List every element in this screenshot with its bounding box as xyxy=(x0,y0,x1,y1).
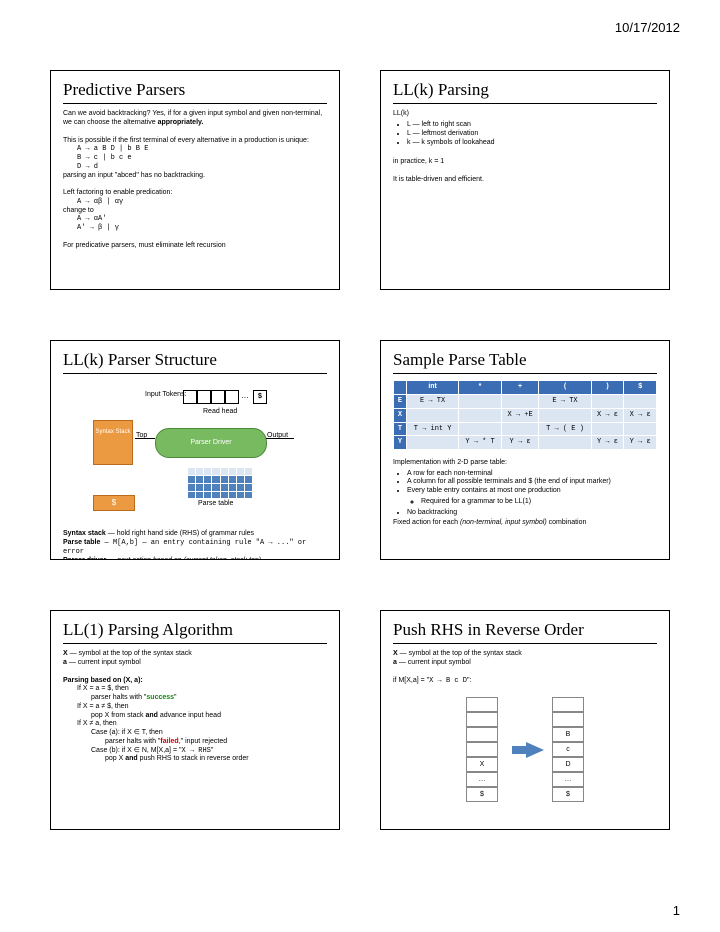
case: If X = a ≠ $, then xyxy=(77,703,327,712)
note: Parser driver — next action based on (cu… xyxy=(63,557,327,561)
slides-grid: Predictive Parsers Can we avoid backtrac… xyxy=(0,30,720,870)
result: parser halts with "success" xyxy=(91,694,327,703)
line xyxy=(135,438,155,439)
label-top: Top xyxy=(136,432,147,441)
text: in practice, k = 1 xyxy=(393,158,657,167)
page-number: 1 xyxy=(673,903,680,918)
grammar: A' → β | γ xyxy=(77,224,327,233)
note: Parse table — M[A,b] — an entry containi… xyxy=(63,539,327,557)
text: if M[X,a] = "X → B c D": xyxy=(393,677,657,686)
text: Implementation with 2-D parse table: xyxy=(393,459,657,468)
slide-title: Push RHS in Reverse Order xyxy=(393,619,657,644)
slide-title: LL(k) Parser Structure xyxy=(63,349,327,374)
grammar: B → c | b c e xyxy=(77,154,327,163)
slide-title: LL(1) Parsing Algorithm xyxy=(63,619,327,644)
result: pop X from stack and advance input head xyxy=(91,712,327,721)
dollar-bottom: $ xyxy=(93,495,135,511)
parse-table-icon xyxy=(188,468,252,498)
result: parser halts with "failed," input reject… xyxy=(105,738,327,747)
bullet-list: L — left to right scan L — leftmost deri… xyxy=(393,121,657,147)
text: Left factoring to enable predication: xyxy=(63,189,327,198)
label-output: Output xyxy=(267,432,288,441)
page-header-date: 10/17/2012 xyxy=(615,20,680,35)
stack-after: B c D … $ xyxy=(552,697,584,802)
slide-title: Sample Parse Table xyxy=(393,349,657,374)
bullet-list: A row for each non-terminal A column for… xyxy=(393,470,657,518)
parse-table: int * + ( ) $ E E → TXE → TX X X → +EX →… xyxy=(393,380,657,450)
parser-driver-box: Parser Driver xyxy=(155,428,267,458)
result: pop X and push RHS to stack in reverse o… xyxy=(105,755,327,764)
dollar-cell: $ xyxy=(253,390,267,404)
text: a — current input symbol xyxy=(393,659,657,668)
slide-push-rhs: Push RHS in Reverse Order X — symbol at … xyxy=(380,610,670,830)
label-parse-table: Parse table xyxy=(198,500,233,509)
text: For predicative parsers, must eliminate … xyxy=(63,242,327,251)
grammar: A → αA' xyxy=(77,215,327,224)
slide-title: LL(k) Parsing xyxy=(393,79,657,104)
label-input-tokens: Input Tokens: xyxy=(145,391,187,400)
bullet: L — leftmost derivation xyxy=(407,130,657,139)
stack-before: X … $ xyxy=(466,697,498,802)
bullet: k — k symbols of lookahead xyxy=(407,139,657,148)
note: Syntax stack — hold right hand side (RHS… xyxy=(63,530,327,539)
text: parsing an input "abced" has no backtrac… xyxy=(63,172,327,181)
syntax-stack-box: Syntax Stack xyxy=(93,420,133,465)
case: If X = a = $, then xyxy=(77,685,327,694)
page: 10/17/2012 Predictive Parsers Can we avo… xyxy=(0,0,720,930)
text: change to xyxy=(63,207,327,216)
stack-diagram: X … $ B c D … $ xyxy=(393,697,657,802)
text: It is table-driven and efficient. xyxy=(393,176,657,185)
text: Parsing based on (X, a): xyxy=(63,677,327,686)
slide-llk-parsing: LL(k) Parsing LL(k) L — left to right sc… xyxy=(380,70,670,290)
grammar: D → d xyxy=(77,163,327,172)
slide-predictive-parsers: Predictive Parsers Can we avoid backtrac… xyxy=(50,70,340,290)
case: If X ≠ a, then xyxy=(77,720,327,729)
text: Fixed action for each (non-terminal, inp… xyxy=(393,519,657,528)
grammar: A → αβ | αγ xyxy=(77,198,327,207)
text: LL(k) xyxy=(393,110,657,119)
text: X — symbol at the top of the syntax stac… xyxy=(393,650,657,659)
text: X — symbol at the top of the syntax stac… xyxy=(63,650,327,659)
parser-diagram: Input Tokens: … $ Read head Syntax Stack… xyxy=(63,380,327,530)
text: a — current input symbol xyxy=(63,659,327,668)
slide-title: Predictive Parsers xyxy=(63,79,327,104)
slide-sample-parse-table: Sample Parse Table int * + ( ) $ E E → T… xyxy=(380,340,670,560)
subcase: Case (a): if X ∈ T, then xyxy=(91,729,327,738)
slide-llk-structure: LL(k) Parser Structure Input Tokens: … $… xyxy=(50,340,340,560)
ellipsis: … xyxy=(241,391,249,401)
grammar: A → a B D | b B E xyxy=(77,145,327,154)
slide-ll1-algorithm: LL(1) Parsing Algorithm X — symbol at th… xyxy=(50,610,340,830)
line xyxy=(266,438,294,439)
label-read-head: Read head xyxy=(203,408,237,417)
arrow-icon xyxy=(526,742,544,758)
text: Can we avoid backtracking? Yes, if for a… xyxy=(63,110,327,128)
input-tape xyxy=(183,390,239,404)
subcase: Case (b): if X ∈ N, M[X,a] = "X → RHS" xyxy=(91,747,327,756)
bullet: L — left to right scan xyxy=(407,121,657,130)
text: This is possible if the first terminal o… xyxy=(63,137,327,146)
